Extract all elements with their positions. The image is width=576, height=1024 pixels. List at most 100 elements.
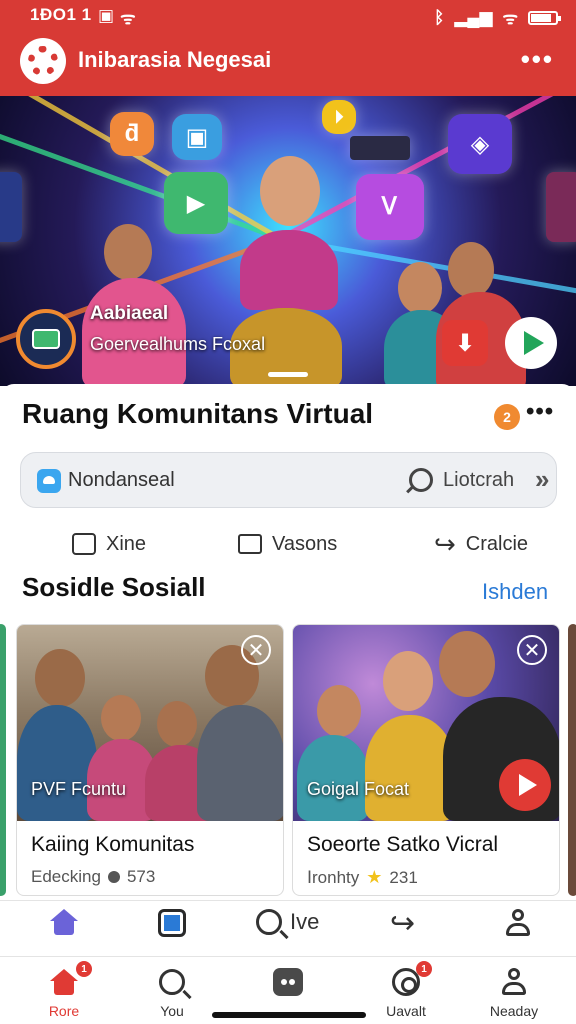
action-label: Cralcie (465, 532, 529, 555)
nav-label: Rore (48, 1003, 80, 1019)
screen-icon (32, 329, 60, 349)
action-cralcie-button[interactable]: ↪ Cralcie (434, 528, 528, 560)
hero-banner[interactable]: ƌ ▣ ▶ ⏵ Ꮩ ◈ Aabiaeal Goervealhums Fcoxal… (0, 96, 576, 386)
play-icon (524, 331, 544, 355)
app-tile-icon (0, 172, 22, 242)
close-icon[interactable]: ✕ (517, 635, 547, 665)
profile-icon (500, 968, 528, 996)
play-button[interactable] (499, 759, 551, 811)
app-logo[interactable] (20, 38, 66, 84)
app-tile-icon (546, 172, 576, 242)
action-xine-button[interactable]: Xine (72, 528, 146, 560)
person-figure (240, 230, 338, 310)
app-tile-icon: ⏵ (322, 100, 356, 134)
toolbar-search-button[interactable]: Ive (256, 909, 319, 935)
card-image-label: PVF Fcuntu (31, 779, 127, 799)
bluetooth-icon: ᛒ (434, 7, 445, 27)
carousel-indicator (268, 372, 308, 377)
card-title: Kaiing Komunitas (31, 833, 195, 856)
nav-uavalt[interactable]: 1 Uavalt (366, 961, 446, 1019)
status-notification-icons: ▣ ᯤ (98, 6, 136, 29)
download-button[interactable]: ⬇ (442, 320, 488, 366)
download-icon: ⬇ (454, 329, 476, 357)
nav-chat[interactable] (248, 965, 328, 1003)
share-icon: ↪ (390, 907, 416, 940)
community-card[interactable]: PVF Fcuntu ✕ Kaiing Komunitas Edecking 5… (16, 624, 284, 896)
card-carousel: PVF Fcuntu ✕ Kaiing Komunitas Edecking 5… (0, 624, 576, 896)
card-image-label: Goigal Focat (307, 779, 410, 799)
search-icon (256, 909, 282, 935)
search-input[interactable]: Nondanseal (68, 469, 175, 492)
status-time: 1ƉO1 1 (30, 5, 92, 24)
person-figure (17, 705, 97, 821)
notification-badge[interactable]: 2 (494, 404, 520, 430)
home-icon (50, 969, 78, 995)
person-figure (317, 685, 361, 737)
search-placeholder[interactable]: Liotcrah (443, 469, 514, 492)
play-button[interactable] (505, 317, 557, 369)
more-options-button[interactable]: ••• (521, 44, 554, 75)
toolbar-profile-button[interactable] (504, 909, 532, 937)
section-title: Sosidle Sosiall (22, 572, 206, 602)
quick-toolbar: Ive ↪ (0, 900, 576, 952)
photo-icon: ▣ (98, 6, 115, 25)
search-bar[interactable]: Nondanseal Liotcrah » (20, 452, 557, 508)
search-icon (159, 969, 185, 995)
nav-label: Uavalt (386, 1003, 426, 1019)
dot-icon (107, 871, 120, 883)
gear-logo-icon (28, 46, 58, 76)
battery-icon (528, 10, 561, 25)
toolbar-search-label: Ive (290, 909, 320, 934)
person-figure (82, 278, 186, 386)
page-more-button[interactable]: ••• (526, 398, 554, 426)
search-icon[interactable] (409, 468, 433, 492)
nav-badge: 1 (76, 961, 92, 977)
app-tile-icon: ƌ (110, 112, 154, 156)
page-title: Ruang Komunitans Virtual (22, 398, 374, 429)
share-icon: ↪ (434, 529, 456, 559)
card-meta-text: Edecking (31, 867, 101, 886)
person-figure (439, 631, 495, 697)
app-tile-icon: ◈ (448, 114, 512, 174)
toolbar-stories-button[interactable] (158, 909, 186, 937)
action-row: Xine Vasons ↪ Cralcie (0, 528, 576, 560)
card-meta-count: 573 (126, 867, 156, 886)
person-figure (365, 715, 455, 821)
person-figure (260, 156, 320, 226)
stories-icon (158, 909, 186, 937)
star-icon: ★ (366, 867, 383, 887)
app-tile-icon: ▣ (172, 114, 222, 160)
person-figure (448, 242, 494, 298)
app-tile-icon: Ꮩ (356, 174, 424, 240)
game-badge-icon (350, 136, 410, 160)
channel-avatar[interactable] (16, 309, 76, 369)
nav-label: Neaday (489, 1003, 539, 1019)
battery-fill (531, 13, 552, 22)
toolbar-share-button[interactable]: ↪ (390, 909, 415, 939)
card-meta-count: 231 (389, 867, 418, 887)
card-peek-left[interactable] (0, 624, 6, 896)
status-bar: 1ƉO1 1 ▣ ᯤ ᛒ ▂▄▆ ᯤ (0, 0, 576, 30)
home-indicator[interactable] (212, 1012, 366, 1018)
close-icon[interactable]: ✕ (241, 635, 271, 665)
person-figure (383, 651, 433, 711)
card-meta: Edecking 573 (31, 867, 155, 887)
toolbar-home-button[interactable] (50, 909, 78, 935)
card-peek-right[interactable] (568, 624, 576, 896)
nav-you[interactable]: You (132, 965, 212, 1019)
community-card[interactable]: Goigal Focat ✕ Soeorte Satko Vicral Ⅰron… (292, 624, 560, 896)
person-figure (197, 705, 283, 821)
status-system-icons: ᛒ ▂▄▆ ᯤ (434, 6, 561, 29)
nav-label: You (160, 1003, 184, 1019)
home-icon (50, 909, 78, 935)
action-vasons-button[interactable]: Vasons (238, 528, 337, 560)
nav-home[interactable]: 1 Rore (24, 961, 104, 1019)
content-sheet: Ruang Komunitans Virtual 2 ••• Nondansea… (0, 384, 576, 900)
signal-icon: ▂▄▆ (454, 7, 493, 27)
section-see-all-link[interactable]: Ishden (482, 579, 548, 605)
person-figure (157, 701, 197, 747)
play-icon (518, 774, 537, 796)
nav-neaday[interactable]: Neaday (474, 965, 554, 1019)
chevron-right-icon[interactable]: » (535, 464, 549, 495)
hero-title: Aabiaeal (90, 303, 169, 324)
